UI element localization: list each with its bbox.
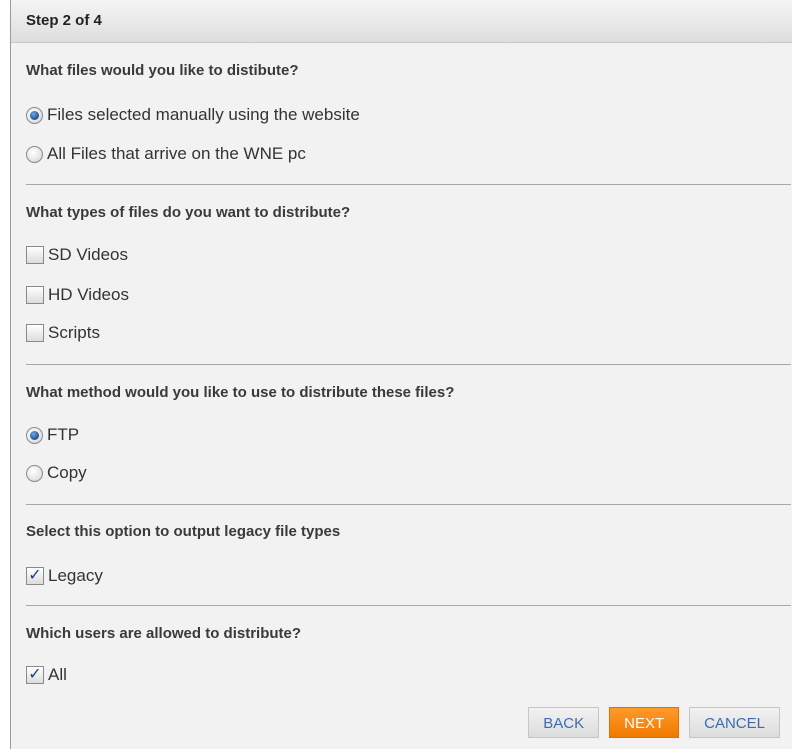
radio-method-ftp[interactable]: FTP (26, 422, 79, 448)
types-question: What types of files do you want to distr… (26, 204, 351, 221)
radio-selected-icon[interactable] (26, 426, 43, 444)
checkbox-unchecked-icon[interactable] (26, 286, 44, 304)
radio-method-copy[interactable]: Copy (26, 460, 87, 486)
checkbox-scripts[interactable]: Scripts (26, 320, 100, 346)
radio-selected-icon[interactable] (26, 106, 43, 124)
checkbox-unchecked-icon[interactable] (26, 246, 44, 264)
section-divider (26, 504, 791, 505)
radio-files-manual[interactable]: Files selected manually using the websit… (26, 102, 360, 128)
section-divider (26, 605, 791, 606)
step-title: Step 2 of 4 (26, 12, 102, 29)
cancel-button[interactable]: CANCEL (689, 707, 780, 738)
legacy-question: Select this option to output legacy file… (26, 523, 341, 540)
wizard-panel: Step 2 of 4 What files would you like to… (10, 0, 792, 749)
radio-method-ftp-label: FTP (47, 425, 80, 444)
method-question: What method would you like to use to dis… (26, 384, 455, 401)
users-question: Which users are allowed to distribute? (26, 625, 302, 642)
next-button[interactable]: NEXT (609, 707, 680, 738)
radio-files-manual-label: Files selected manually using the websit… (47, 105, 360, 124)
files-question: What files would you like to distibute? (26, 62, 299, 79)
radio-unselected-icon[interactable] (26, 145, 43, 163)
checkbox-hd-videos-label: HD Videos (48, 285, 129, 304)
radio-files-all-label: All Files that arrive on the WNE pc (47, 144, 306, 163)
section-divider (26, 364, 791, 365)
checkbox-sd-videos[interactable]: SD Videos (26, 242, 128, 268)
step-header: Step 2 of 4 (11, 0, 792, 43)
back-button[interactable]: BACK (528, 707, 600, 738)
radio-unselected-icon[interactable] (26, 464, 43, 482)
checkbox-legacy-label: Legacy (48, 566, 103, 585)
section-divider (26, 184, 791, 185)
checkmark-icon[interactable]: ✓ (26, 666, 44, 684)
checkbox-hd-videos[interactable]: HD Videos (26, 282, 129, 308)
checkbox-sd-videos-label: SD Videos (48, 245, 129, 264)
checkbox-unchecked-icon[interactable] (26, 324, 44, 342)
checkbox-legacy[interactable]: ✓ Legacy (26, 563, 103, 589)
checkbox-users-all-label: All (48, 665, 67, 684)
checkmark-icon[interactable]: ✓ (26, 567, 44, 585)
radio-files-all[interactable]: All Files that arrive on the WNE pc (26, 141, 306, 167)
radio-method-copy-label: Copy (47, 463, 87, 482)
wizard-footer: BACK NEXT CANCEL (528, 707, 780, 738)
checkbox-scripts-label: Scripts (48, 323, 100, 342)
checkbox-users-all[interactable]: ✓ All (26, 662, 67, 688)
